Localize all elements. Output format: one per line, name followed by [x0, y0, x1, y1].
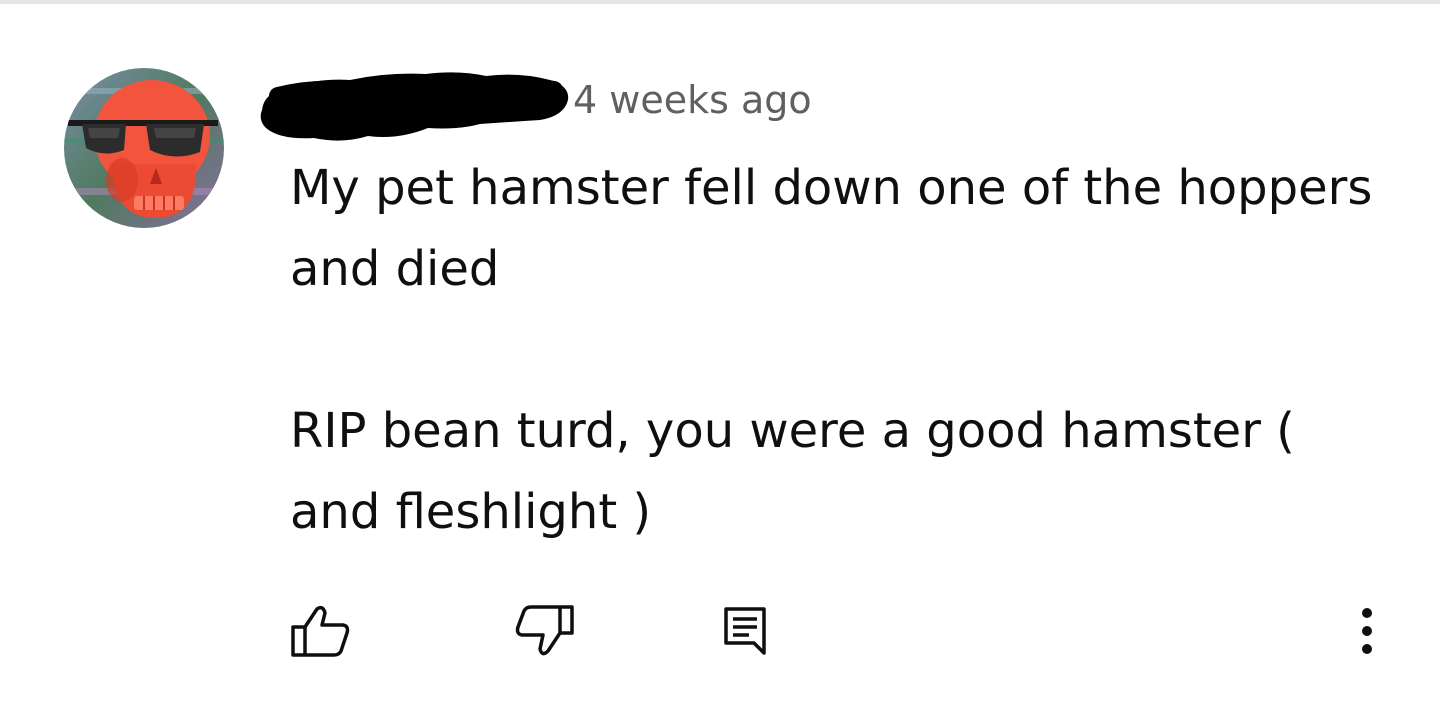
avatar[interactable]	[64, 68, 224, 228]
comment-action-bar	[0, 596, 1440, 666]
comment-paragraph: RIP bean turd, you were a good hamster (…	[290, 403, 1311, 540]
comment-text: My pet hamster fell down one of the hopp…	[290, 148, 1400, 553]
comment-header: 4 weeks ago	[258, 66, 958, 146]
thumb-down-icon	[515, 605, 574, 656]
redacted-username[interactable]	[258, 66, 570, 146]
comment-thread: 4 weeks ago My pet hamster fell down one…	[0, 0, 1440, 712]
skull-avatar-image	[64, 68, 224, 228]
reply-button[interactable]	[710, 596, 780, 666]
vertical-dots-icon	[1362, 608, 1372, 654]
comment-timestamp[interactable]: 4 weeks ago	[573, 78, 812, 122]
reply-comment-icon	[724, 607, 766, 655]
comment-paragraph: My pet hamster fell down one of the hopp…	[290, 160, 1388, 297]
like-button[interactable]	[285, 596, 355, 666]
thumb-up-icon	[291, 605, 350, 657]
more-options-button[interactable]	[1332, 596, 1402, 666]
dislike-button[interactable]	[510, 596, 580, 666]
